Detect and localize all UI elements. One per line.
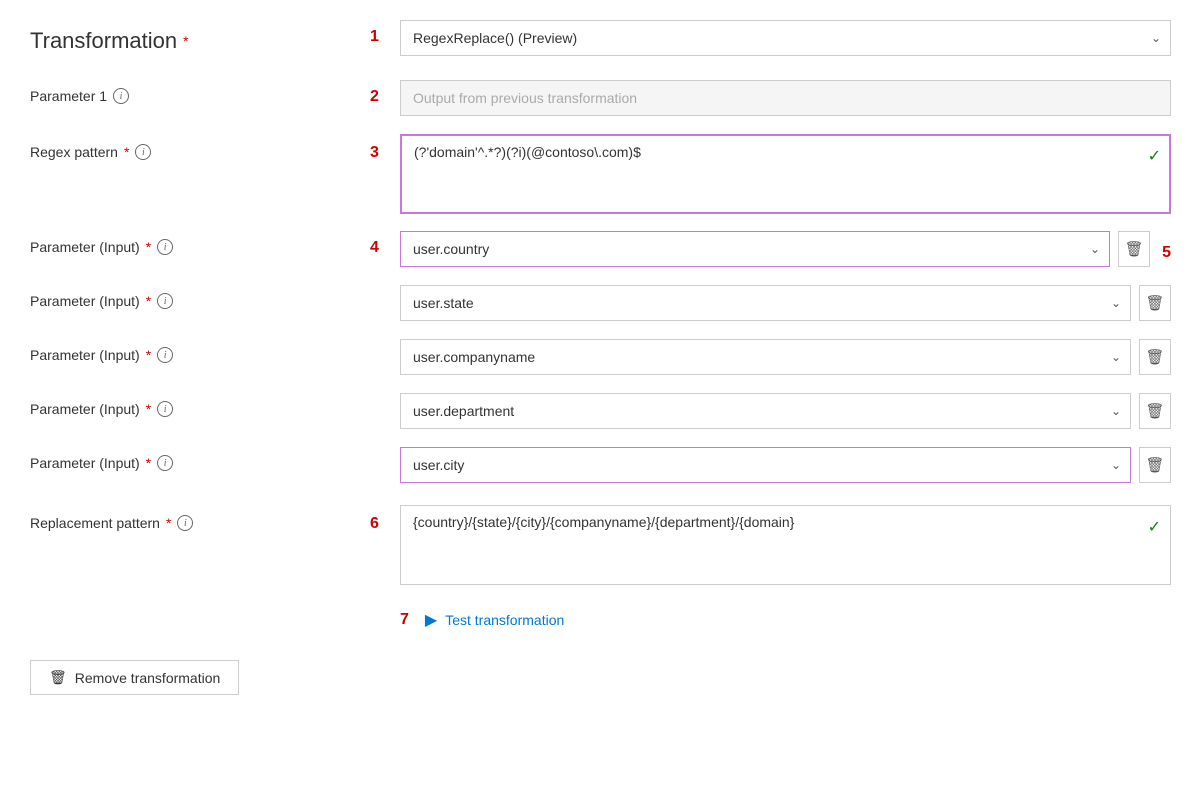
replacement-required-star: *: [166, 515, 171, 531]
param-input-1-label: Parameter (Input): [30, 239, 140, 255]
parameter1-info-icon[interactable]: i: [113, 88, 129, 104]
replacement-pattern-label: Replacement pattern: [30, 515, 160, 531]
parameter1-label: Parameter 1: [30, 88, 107, 104]
param-input-5-info-icon[interactable]: i: [157, 455, 173, 471]
param-input-2-info-icon[interactable]: i: [157, 293, 173, 309]
regex-info-icon[interactable]: i: [135, 144, 151, 160]
param-input-3-info-icon[interactable]: i: [157, 347, 173, 363]
replacement-info-icon[interactable]: i: [177, 515, 193, 531]
param-input-1-delete-button[interactable]: 🗑: [1118, 231, 1150, 267]
param-input-3-select[interactable]: user.companyname: [400, 339, 1131, 375]
param-input-5-label: Parameter (Input): [30, 455, 140, 471]
step-6-number: 6: [370, 515, 379, 533]
param-input-3-label: Parameter (Input): [30, 347, 140, 363]
page-title: Transformation: [30, 28, 177, 54]
param-input-1-info-icon[interactable]: i: [157, 239, 173, 255]
param-input-4-label: Parameter (Input): [30, 401, 140, 417]
param-input-2-select[interactable]: user.state: [400, 285, 1131, 321]
step-4-number: 4: [370, 239, 379, 257]
regex-pattern-textarea[interactable]: (?'domain'^.*?)(?i)(@contoso\.com)$: [400, 134, 1171, 214]
replacement-pattern-textarea[interactable]: {country}/{state}/{city}/{companyname}/{…: [400, 505, 1171, 585]
param-input-3-required: *: [146, 347, 151, 363]
remove-transformation-button[interactable]: 🗑 Remove transformation: [30, 660, 239, 695]
param-input-5-delete-button[interactable]: 🗑: [1139, 447, 1171, 483]
step-5-number: 5: [1162, 236, 1171, 262]
param-input-4-required: *: [146, 401, 151, 417]
regex-required-star: *: [124, 144, 129, 160]
param-input-2-delete-button[interactable]: 🗑: [1139, 285, 1171, 321]
parameter1-input[interactable]: [400, 80, 1171, 116]
param-input-5-required: *: [146, 455, 151, 471]
regex-check-icon: ✓: [1148, 146, 1161, 166]
test-transformation-button[interactable]: Test transformation: [445, 612, 564, 628]
param-input-1-required: *: [146, 239, 151, 255]
param-input-4-delete-button[interactable]: 🗑: [1139, 393, 1171, 429]
step-1-number: 1: [370, 28, 379, 46]
remove-icon: 🗑: [49, 669, 67, 686]
step-3-number: 3: [370, 144, 379, 162]
title-required-star: *: [183, 33, 188, 49]
transformation-select[interactable]: RegexReplace() (Preview): [400, 20, 1171, 56]
regex-pattern-label: Regex pattern: [30, 144, 118, 160]
param-input-2-required: *: [146, 293, 151, 309]
step-2-number: 2: [370, 88, 379, 106]
param-input-1-select[interactable]: user.country: [400, 231, 1110, 267]
param-input-5-select[interactable]: user.city: [400, 447, 1131, 483]
replacement-check-icon: ✓: [1148, 517, 1161, 537]
param-input-4-select[interactable]: user.department: [400, 393, 1131, 429]
test-transformation-row: 7 ▶ Test transformation: [400, 610, 1171, 630]
param-input-4-info-icon[interactable]: i: [157, 401, 173, 417]
remove-transformation-label: Remove transformation: [75, 670, 221, 686]
param-input-3-delete-button[interactable]: 🗑: [1139, 339, 1171, 375]
play-icon: ▶: [425, 610, 437, 630]
step-7-number: 7: [400, 611, 409, 629]
param-input-2-label: Parameter (Input): [30, 293, 140, 309]
